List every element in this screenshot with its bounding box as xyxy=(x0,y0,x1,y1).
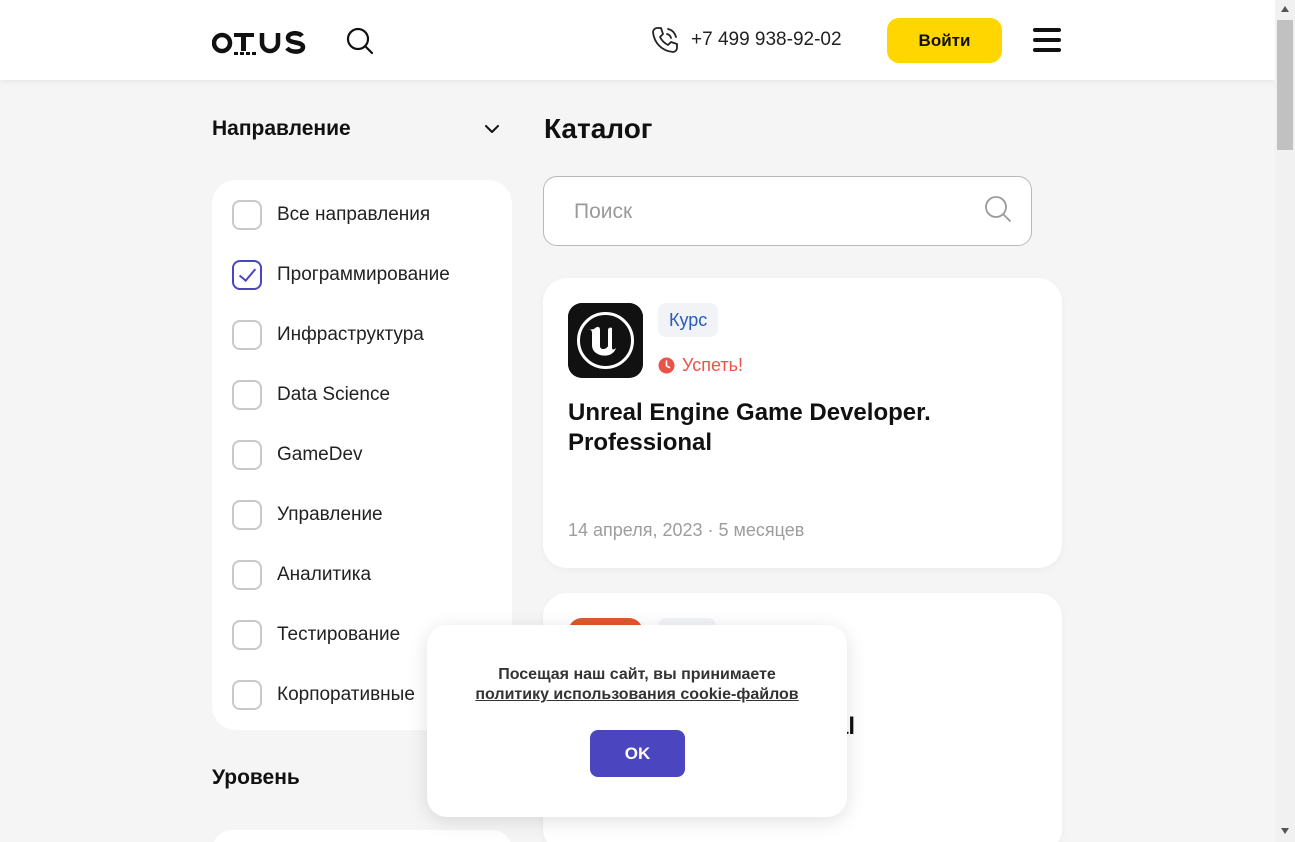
menu-icon[interactable] xyxy=(1033,28,1061,52)
course-type-tag: Курс xyxy=(658,303,719,337)
page-scrollbar[interactable] xyxy=(1275,0,1295,842)
checkbox-label: Корпоративные xyxy=(277,684,415,705)
page-title: Каталог xyxy=(544,113,653,144)
cookie-ok-button[interactable]: OK xyxy=(590,730,685,777)
otus-logo[interactable] xyxy=(212,24,316,58)
hurry-label: Успеть! xyxy=(682,355,744,375)
level-filter-list xyxy=(212,830,512,842)
scroll-down-arrow-icon[interactable] xyxy=(1281,828,1289,834)
chevron-down-icon[interactable] xyxy=(484,123,500,135)
checkbox[interactable] xyxy=(232,440,262,470)
direction-filter-title[interactable]: Направление xyxy=(212,117,351,141)
checkbox[interactable] xyxy=(232,200,262,230)
login-button[interactable]: Войти xyxy=(887,18,1002,63)
checkbox[interactable] xyxy=(232,380,262,410)
unreal-engine-logo xyxy=(568,303,643,378)
cookie-consent-dialog: Посещая наш сайт, вы принимаете политику… xyxy=(427,625,847,817)
direction-option-corporate[interactable]: Корпоративные xyxy=(232,679,415,711)
cookie-policy-link[interactable]: политику использования cookie-файлов xyxy=(475,685,798,705)
checkbox-label: Тестирование xyxy=(277,624,401,645)
direction-option-testing[interactable]: Тестирование xyxy=(232,619,400,651)
cookie-text: Посещая наш сайт, вы принимаете xyxy=(498,666,776,683)
checkbox-label: Управление xyxy=(277,504,383,525)
course-meta: 14 апреля, 2023 · 5 месяцев xyxy=(568,520,805,540)
checkbox[interactable] xyxy=(232,620,262,650)
checkbox-label: Аналитика xyxy=(277,564,372,585)
search-input[interactable] xyxy=(574,197,974,227)
direction-option-infrastructure[interactable]: Инфраструктура xyxy=(232,319,424,351)
catalog-search xyxy=(543,176,1032,246)
direction-option-gamedev[interactable]: GameDev xyxy=(232,439,363,471)
phone-number-link[interactable]: +7 499 938-92-02 xyxy=(691,29,842,51)
scrollbar-thumb[interactable] xyxy=(1277,20,1293,150)
direction-option-all[interactable]: Все направления xyxy=(232,199,430,231)
checkbox-label: Инфраструктура xyxy=(277,324,424,345)
phone-icon xyxy=(652,27,678,53)
site-header: +7 499 938-92-02 Войти xyxy=(0,0,1275,80)
course-title[interactable]: Unreal Engine Game Developer. Profession… xyxy=(568,398,1028,458)
course-card[interactable]: Курс Успеть! Unreal Engine Game Develope… xyxy=(543,278,1062,568)
checkbox[interactable] xyxy=(232,320,262,350)
course-title[interactable]: ional xyxy=(799,712,1259,742)
direction-option-management[interactable]: Управление xyxy=(232,499,383,531)
direction-option-data-science[interactable]: Data Science xyxy=(232,379,390,411)
checkbox[interactable] xyxy=(232,680,262,710)
hurry-badge: Успеть! xyxy=(658,355,743,376)
checkbox[interactable] xyxy=(232,560,262,590)
checkbox-checked[interactable] xyxy=(232,260,262,290)
checkbox-label: GameDev xyxy=(277,444,363,465)
direction-option-programming[interactable]: Программирование xyxy=(232,259,450,291)
header-search-icon[interactable] xyxy=(345,26,375,56)
checkbox[interactable] xyxy=(232,500,262,530)
checkbox-label: Все направления xyxy=(277,204,431,225)
search-icon[interactable] xyxy=(984,195,1012,223)
checkbox-label: Data Science xyxy=(277,384,391,405)
clock-icon xyxy=(658,357,675,374)
checkbox-label: Программирование xyxy=(277,264,450,285)
level-filter-title[interactable]: Уровень xyxy=(212,766,300,790)
direction-option-analytics[interactable]: Аналитика xyxy=(232,559,371,591)
scroll-up-arrow-icon[interactable] xyxy=(1281,6,1289,12)
cookie-message: Посещая наш сайт, вы принимаете политику… xyxy=(427,665,847,705)
